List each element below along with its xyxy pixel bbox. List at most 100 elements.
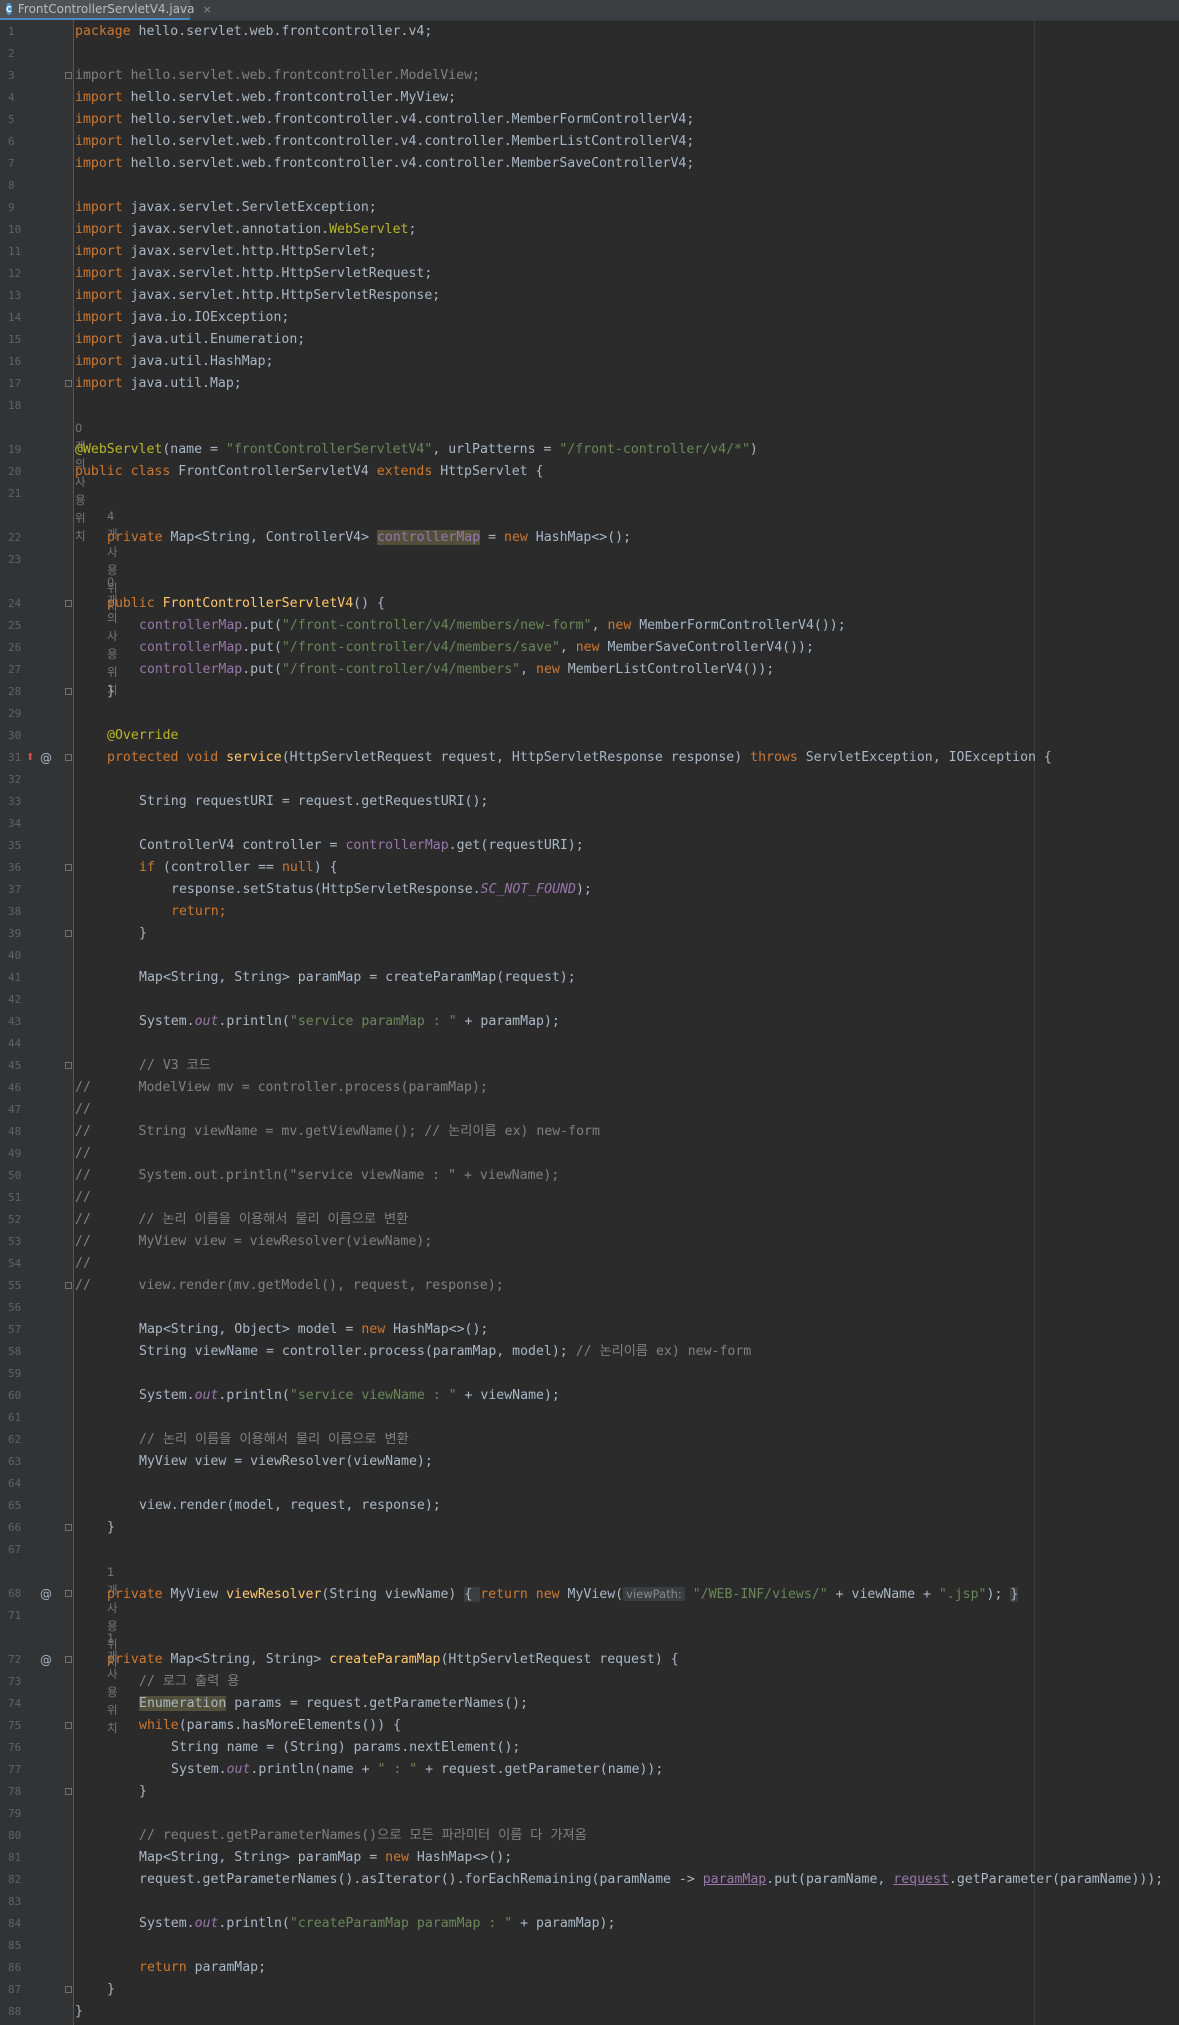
code-token: import xyxy=(75,354,123,369)
code-token: , xyxy=(559,640,576,655)
code-token: out xyxy=(226,1762,251,1777)
code-token: while xyxy=(139,1718,179,1733)
line-number: 61 xyxy=(8,1411,22,1424)
line-number: 86 xyxy=(8,1961,22,1974)
fold-marker-icon[interactable] xyxy=(65,72,72,79)
line-number: 21 xyxy=(8,487,22,500)
code-token: controllerMap xyxy=(139,662,243,677)
fold-marker-icon[interactable] xyxy=(65,1788,72,1795)
code-token: .put( xyxy=(242,662,282,677)
code-line: String viewName = controller.process(par… xyxy=(139,1341,751,1363)
code-token: HttpServlet { xyxy=(432,464,544,479)
folded-brace[interactable]: } xyxy=(1010,1587,1019,1602)
code-token: hello.servlet.web.frontcontroller.v4.con… xyxy=(122,112,695,127)
line-number: 47 xyxy=(8,1103,22,1116)
code-token: (String viewName) xyxy=(321,1587,465,1602)
line-number: 33 xyxy=(8,795,22,808)
code-token: (name + xyxy=(313,1762,378,1777)
code-line: return; xyxy=(171,904,227,919)
code-line: package hello.servlet.web.frontcontrolle… xyxy=(75,21,432,43)
line-number: 14 xyxy=(8,311,22,324)
code-token: out xyxy=(194,1014,219,1029)
tab-frontcontrollerservletv4[interactable]: C FrontControllerServletV4.java × xyxy=(0,0,212,20)
code-token: import xyxy=(75,222,123,237)
code-token: , xyxy=(520,662,536,677)
line-number: 6 xyxy=(8,135,15,148)
usage-hint[interactable]: 1개 사용 위치 xyxy=(107,1629,118,1737)
code-token: java.util.Enumeration; xyxy=(122,332,306,347)
code-token: FrontControllerServletV4 xyxy=(170,464,377,479)
line-number: 30 xyxy=(8,729,22,742)
fold-marker-icon[interactable] xyxy=(65,688,72,695)
code-token: import xyxy=(75,288,123,303)
fold-marker-icon[interactable] xyxy=(65,600,72,607)
line-number: 20 xyxy=(8,465,22,478)
code-token: .put( xyxy=(242,618,282,633)
fold-marker-icon[interactable] xyxy=(65,754,72,761)
line-number: 37 xyxy=(8,883,22,896)
code-token: (name = xyxy=(162,442,226,457)
line-number: 23 xyxy=(8,553,22,566)
code-token: @WebServlet xyxy=(75,442,163,457)
line-number: 16 xyxy=(8,355,22,368)
fold-marker-icon[interactable] xyxy=(65,1656,72,1663)
code-token: .println( xyxy=(218,1916,290,1931)
code-token: public class xyxy=(75,464,171,479)
code-line: import java.util.HashMap; xyxy=(75,351,274,373)
code-token: .getParameter(paramName))); xyxy=(948,1872,1164,1887)
fold-marker-icon[interactable] xyxy=(65,380,72,387)
java-class-icon: C xyxy=(6,3,12,15)
close-icon[interactable]: × xyxy=(203,3,212,16)
fold-marker-icon[interactable] xyxy=(65,864,72,871)
code-line: Enumeration params = request.getParamete… xyxy=(139,1693,528,1715)
code-token: + paramMap); xyxy=(512,1916,616,1931)
code-line: public class FrontControllerServletV4 ex… xyxy=(75,461,543,483)
line-number: 80 xyxy=(8,1829,22,1842)
code-token: java.util.Map; xyxy=(122,376,242,391)
fold-marker-icon[interactable] xyxy=(65,1986,72,1993)
line-number: 48 xyxy=(8,1125,22,1138)
code-token: WebServlet xyxy=(329,222,409,237)
code-line: return paramMap; xyxy=(139,1957,266,1979)
code-token: + viewName); xyxy=(456,1388,560,1403)
fold-marker-icon[interactable] xyxy=(65,1062,72,1069)
code-line: System.out.println("service paramMap : "… xyxy=(139,1011,560,1033)
fold-marker-icon[interactable] xyxy=(65,1590,72,1597)
fold-marker-icon[interactable] xyxy=(65,1524,72,1531)
fold-marker-icon[interactable] xyxy=(65,1282,72,1289)
code-line: @WebServlet(name = "frontControllerServl… xyxy=(75,439,758,461)
annotation-marker-icon[interactable]: @ xyxy=(40,1583,52,1605)
code-token: FrontControllerServletV4 xyxy=(162,596,354,611)
code-token: HashMap<>(); xyxy=(527,530,632,545)
code-token: private xyxy=(107,530,163,545)
code-token: params = request.getParameterNames(); xyxy=(226,1696,529,1711)
code-token: MyView xyxy=(162,1587,227,1602)
annotation-marker-icon[interactable]: @ xyxy=(40,747,52,769)
code-line: System.out.println("createParamMap param… xyxy=(139,1913,615,1935)
code-token: new xyxy=(575,640,600,655)
line-number: 52 xyxy=(8,1213,22,1226)
code-token: .println( xyxy=(218,1388,290,1403)
code-line: // // 논리 이름을 이용해서 물리 이름으로 변환 xyxy=(75,1212,409,1227)
code-token: + viewName + xyxy=(827,1587,939,1602)
code-token: public xyxy=(107,596,155,611)
line-number: 34 xyxy=(8,817,22,830)
code-token: out xyxy=(194,1916,219,1931)
fold-marker-icon[interactable] xyxy=(65,1722,72,1729)
code-line: import hello.servlet.web.frontcontroller… xyxy=(75,109,694,131)
code-token: return new xyxy=(480,1587,560,1602)
line-number: 40 xyxy=(8,949,22,962)
override-arrow-icon[interactable]: ⬆ xyxy=(26,747,34,769)
fold-marker-icon[interactable] xyxy=(65,930,72,937)
annotation-marker-icon[interactable]: @ xyxy=(40,1649,52,1671)
code-token: new xyxy=(607,618,632,633)
line-number: 42 xyxy=(8,993,22,1006)
line-number: 36 xyxy=(8,861,22,874)
line-number: 43 xyxy=(8,1015,22,1028)
line-number: 68 xyxy=(8,1587,22,1600)
code-token: String viewName = controller.process(par… xyxy=(139,1344,576,1359)
folded-brace[interactable]: { xyxy=(464,1587,481,1602)
line-number: 55 xyxy=(8,1279,22,1292)
code-token: , urlPatterns = xyxy=(432,442,560,457)
line-number: 88 xyxy=(8,2005,22,2018)
